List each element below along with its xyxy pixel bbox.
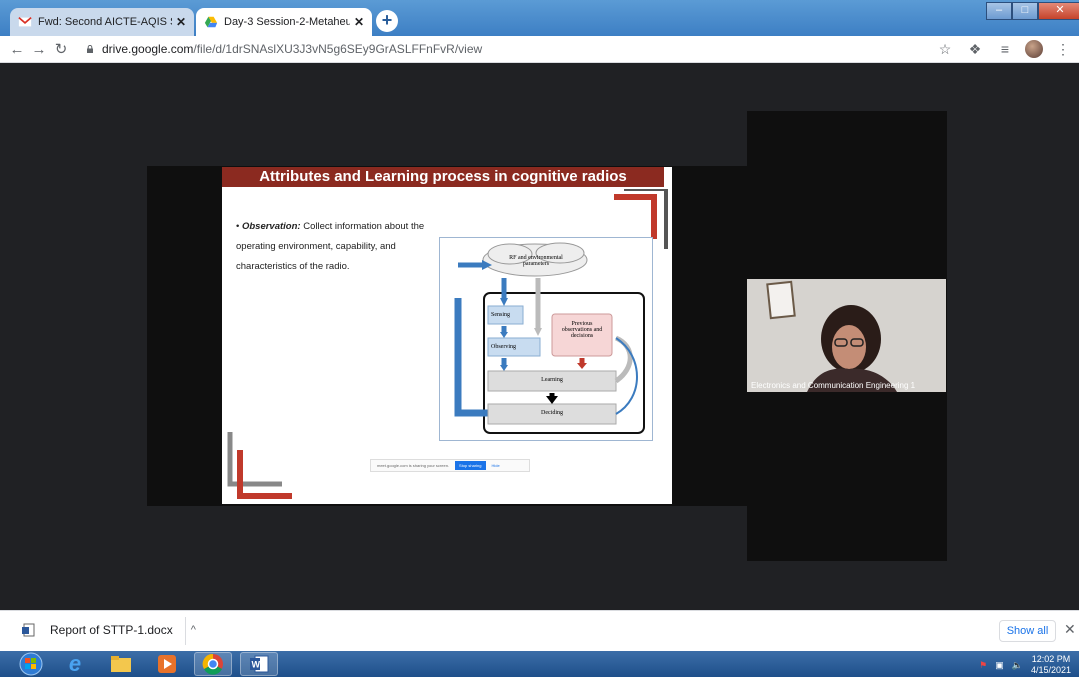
- camera-tile-label: Electronics and Communication Engineerin…: [751, 381, 916, 390]
- tab-title: Day-3 Session-2-Metaheuristic b: [224, 16, 350, 28]
- volume-muted-icon[interactable]: 🔈: [1012, 660, 1023, 671]
- browser-toolbar: ← → ↻ drive.google.com/file/d/1drSNAslXU…: [0, 36, 1079, 63]
- tab-gmail[interactable]: Fwd: Second AICTE-AQIS Sponso ✕: [10, 8, 194, 36]
- new-tab-button[interactable]: +: [376, 10, 398, 32]
- word-icon: W: [250, 655, 269, 673]
- profile-avatar[interactable]: [1025, 40, 1043, 58]
- download-item[interactable]: Report of STTP-1.docx ^: [22, 623, 196, 637]
- lock-icon: [87, 45, 93, 53]
- taskbar-explorer[interactable]: [102, 652, 140, 676]
- slide-title: Attributes and Learning process in cogni…: [222, 167, 664, 187]
- show-all-button[interactable]: Show all: [999, 620, 1056, 642]
- windows-taskbar: e W ⚑ ▣ 🔈 12:02 PM 4/15/2021: [0, 651, 1079, 677]
- tab-drive[interactable]: Day-3 Session-2-Metaheuristic b ✕: [196, 8, 372, 36]
- start-button[interactable]: [12, 652, 50, 676]
- taskbar-clock[interactable]: 12:02 PM 4/15/2021: [1031, 654, 1071, 676]
- download-divider: [185, 617, 186, 645]
- chrome-icon: [202, 653, 223, 675]
- windows-start-icon: [19, 652, 43, 676]
- screen-share-notice: meet.google.com is sharing your screen. …: [370, 459, 530, 472]
- stop-sharing-button: Stop sharing: [455, 461, 486, 470]
- close-tab-icon[interactable]: ✕: [354, 15, 364, 29]
- back-arrow-icon[interactable]: ←: [6, 41, 28, 58]
- close-download-bar-icon[interactable]: ✕: [1064, 621, 1076, 638]
- tab-title: Fwd: Second AICTE-AQIS Sponso: [38, 16, 172, 28]
- close-tab-icon[interactable]: ✕: [176, 15, 186, 29]
- drive-icon: [204, 16, 218, 28]
- diagram-deciding-label: Deciding: [541, 410, 563, 416]
- address-bar[interactable]: drive.google.com/file/d/1drSNAslXU3J3vN5…: [102, 42, 482, 56]
- folder-icon: [111, 656, 131, 672]
- meet-top-band: [147, 111, 747, 166]
- forward-arrow-icon[interactable]: →: [28, 41, 50, 58]
- extensions-puzzle-icon[interactable]: ❖: [965, 39, 985, 59]
- minimize-button[interactable]: –: [986, 2, 1012, 20]
- download-bar: Report of STTP-1.docx ^ Show all ✕: [0, 610, 1079, 651]
- diagram-learning-label: Learning: [541, 377, 563, 383]
- taskbar-ie[interactable]: e: [56, 651, 94, 676]
- cognitive-cycle-diagram: RF and environmental parameters Sensing …: [439, 237, 653, 441]
- bullet-label: Observation:: [241, 221, 301, 232]
- camera-feed-image: [747, 279, 946, 392]
- presentation-slide: Attributes and Learning process in cogni…: [222, 167, 672, 504]
- taskbar-word[interactable]: W: [240, 652, 278, 676]
- clock-date: 4/15/2021: [1030, 665, 1071, 675]
- gmail-icon: [18, 16, 32, 27]
- clock-time: 12:02 PM: [1031, 654, 1071, 664]
- maximize-button[interactable]: □: [1012, 2, 1038, 20]
- action-center-flag-icon[interactable]: ⚑: [979, 660, 987, 671]
- slide-bullet: • Observation: Collect information about…: [236, 221, 425, 272]
- window-controls: – □ ✕: [986, 2, 1079, 20]
- slide-corner-decoration-bottom: [227, 432, 292, 499]
- taskbar-media-player[interactable]: [148, 652, 186, 676]
- url-path: /file/d/1drSNAslXU3J3vN5g6SEy9GrASLFFnFv…: [193, 42, 483, 56]
- close-window-button[interactable]: ✕: [1038, 2, 1079, 20]
- media-queue-icon[interactable]: ≡: [995, 39, 1015, 59]
- reload-icon[interactable]: ↻: [50, 40, 72, 58]
- diagram-cloud-label: RF and environmental parameters: [509, 255, 563, 267]
- drive-viewer: Attributes and Learning process in cogni…: [0, 63, 1079, 610]
- share-notice-text: meet.google.com is sharing your screen.: [377, 463, 450, 468]
- meet-recording-frame: Attributes and Learning process in cogni…: [147, 111, 947, 561]
- system-tray: ⚑ ▣ 🔈 12:02 PM 4/15/2021: [979, 654, 1071, 676]
- diagram-previous-label: Previous observations and decisions: [561, 321, 603, 339]
- tab-strip: Fwd: Second AICTE-AQIS Sponso ✕ Day-3 Se…: [0, 0, 1079, 36]
- meet-bottom-band: [147, 506, 747, 561]
- hide-button: Hide: [491, 463, 500, 468]
- url-host: drive.google.com: [102, 42, 194, 56]
- internet-explorer-icon: e: [68, 651, 82, 676]
- word-document-icon: [22, 623, 35, 637]
- bookmark-star-icon[interactable]: ☆: [935, 39, 955, 59]
- download-filename: Report of STTP-1.docx: [50, 623, 173, 637]
- diagram-observing-label: Observing: [491, 344, 516, 350]
- diagram-sensing-label: Sensing: [491, 312, 511, 318]
- svg-text:W: W: [252, 660, 261, 670]
- taskbar-chrome[interactable]: [194, 652, 232, 676]
- network-icon[interactable]: ▣: [995, 660, 1004, 671]
- menu-kebab-icon[interactable]: ⋮: [1053, 39, 1073, 59]
- media-player-icon: [158, 655, 176, 673]
- chevron-up-icon[interactable]: ^: [191, 624, 196, 636]
- participant-camera-tile: Electronics and Communication Engineerin…: [747, 279, 946, 392]
